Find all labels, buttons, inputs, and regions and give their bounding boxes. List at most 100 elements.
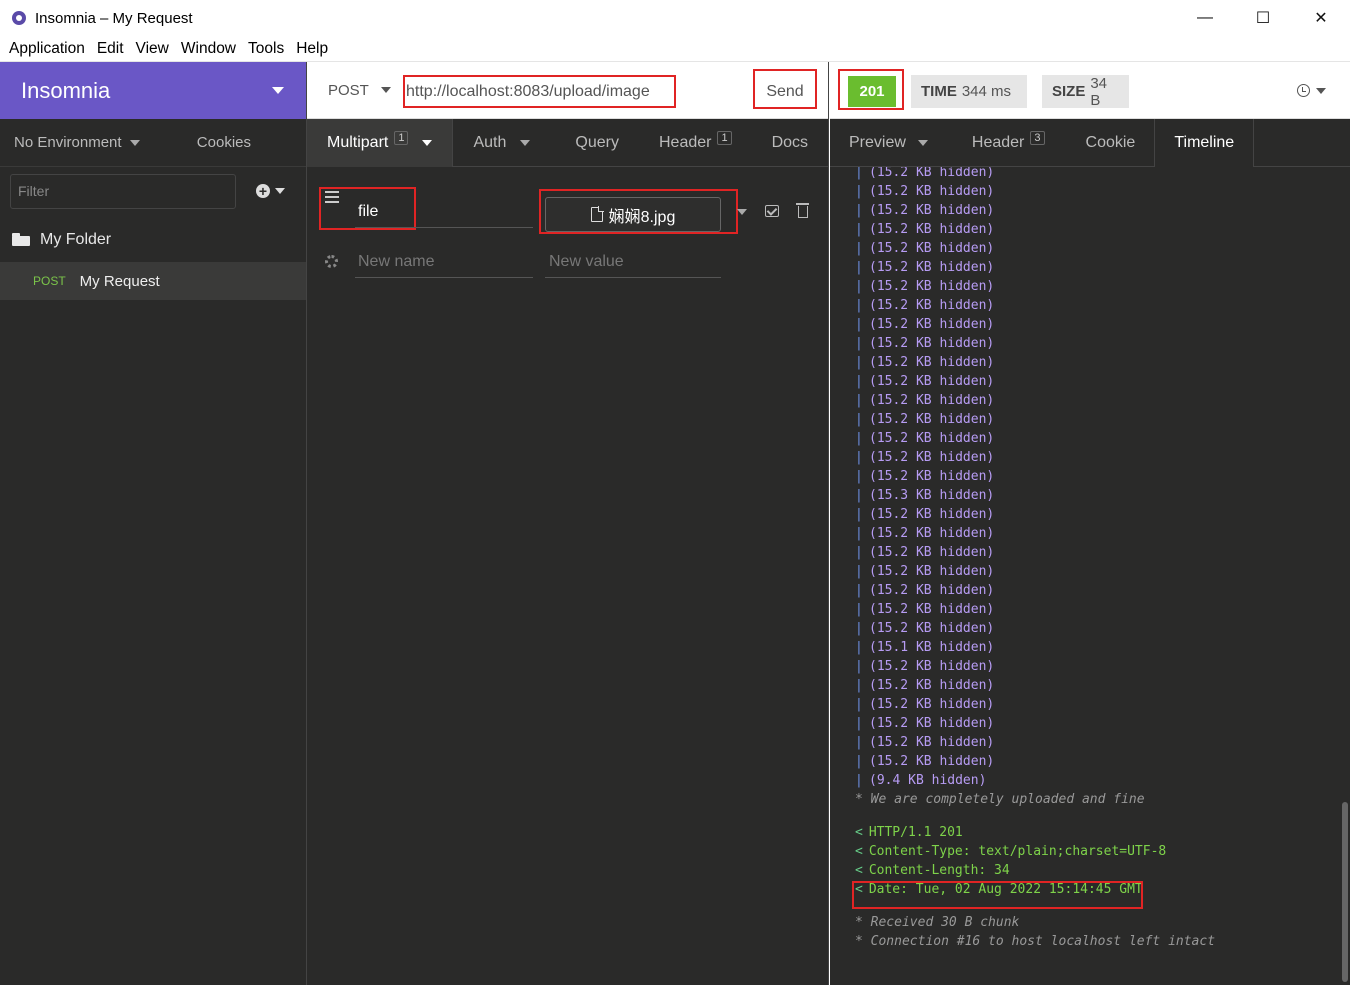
request-method-badge: POST xyxy=(33,274,66,288)
tab-label: Query xyxy=(575,133,619,151)
request-tabs: Multipart 1 Auth Query Header 1 Docs xyxy=(307,118,828,167)
file-name: 娴娴8.jpg xyxy=(608,208,676,226)
window-controls: — ☐ ✕ xyxy=(1176,0,1350,36)
gear-icon[interactable] xyxy=(325,255,338,268)
timeline-chunk-line: (15.2 KB hidden) xyxy=(830,372,1340,391)
filter-input[interactable]: Filter xyxy=(10,173,236,209)
tab-badge: 1 xyxy=(394,130,409,145)
timeline-chunk-line: (15.2 KB hidden) xyxy=(830,239,1340,258)
filter-row: Filter + xyxy=(0,167,306,215)
timeline-view: (15.2 KB hidden)(15.2 KB hidden)(15.2 KB… xyxy=(830,167,1340,985)
size-pill: SIZE 34 B xyxy=(1042,75,1129,109)
timeline-chunk-line: (15.2 KB hidden) xyxy=(830,562,1340,581)
timeline-chunk-line: (15.1 KB hidden) xyxy=(830,638,1340,657)
environment-row: No Environment Cookies xyxy=(0,119,306,167)
tab-label: Cookie xyxy=(1085,133,1136,151)
tab-label: Preview xyxy=(849,133,906,151)
timeline-chunk-line: (15.2 KB hidden) xyxy=(830,714,1340,733)
request-name: My Request xyxy=(79,272,160,290)
chevron-down-icon xyxy=(520,139,531,146)
timeline-chunk-line: (15.2 KB hidden) xyxy=(830,315,1340,334)
tab-query[interactable]: Query xyxy=(550,119,639,167)
method-dropdown[interactable]: POST xyxy=(328,82,391,99)
environment-dropdown[interactable]: No Environment xyxy=(14,134,140,151)
maximize-icon[interactable]: ☐ xyxy=(1234,0,1292,36)
send-button[interactable]: Send xyxy=(753,69,817,109)
timeline-chunk-line: (15.2 KB hidden) xyxy=(830,752,1340,771)
timeline-chunk-line: (15.2 KB hidden) xyxy=(830,448,1340,467)
menu-window[interactable]: Window xyxy=(175,40,242,58)
plus-circle-icon: + xyxy=(256,184,270,198)
request-item[interactable]: POST My Request xyxy=(0,262,306,300)
tab-docs[interactable]: Docs xyxy=(752,119,828,167)
insomnia-logo-icon xyxy=(12,11,26,25)
checkbox-icon[interactable] xyxy=(765,205,779,217)
trash-icon[interactable] xyxy=(796,203,809,218)
menu-bar: Application Edit View Window Tools Help xyxy=(0,36,1350,62)
tab-response-header[interactable]: Header 3 xyxy=(947,119,1064,167)
workspace-name: Insomnia xyxy=(21,77,111,103)
input-underline xyxy=(355,277,533,278)
new-name-input[interactable]: New name xyxy=(358,253,434,271)
tab-label: Auth xyxy=(473,133,507,151)
menu-application[interactable]: Application xyxy=(3,40,91,58)
timeline-chunk-line: (15.2 KB hidden) xyxy=(830,182,1340,201)
tab-timeline[interactable]: Timeline xyxy=(1154,118,1255,167)
minimize-icon[interactable]: — xyxy=(1176,0,1234,36)
tab-label: Multipart xyxy=(327,133,389,151)
timeline-chunk-line: (15.2 KB hidden) xyxy=(830,524,1340,543)
tab-badge: 1 xyxy=(717,130,732,145)
response-status-bar: 201 TIME 344 ms SIZE 34 B xyxy=(830,62,1350,119)
response-line: < Content-Type: text/plain;charset=UTF-8 xyxy=(855,844,1167,859)
folder-item[interactable]: My Folder xyxy=(0,217,306,262)
timeline-scrollbar[interactable] xyxy=(1342,802,1348,982)
workspace-dropdown[interactable]: Insomnia xyxy=(0,62,306,119)
menu-help[interactable]: Help xyxy=(290,40,334,58)
tab-multipart[interactable]: Multipart 1 xyxy=(307,118,454,167)
add-item-button[interactable]: + xyxy=(256,184,285,198)
tab-cookie[interactable]: Cookie xyxy=(1064,119,1155,167)
drag-handle-icon[interactable] xyxy=(325,191,339,206)
tab-preview[interactable]: Preview xyxy=(830,119,947,167)
timeline-chunk-line: (15.2 KB hidden) xyxy=(830,429,1340,448)
timeline-chunk-line: (15.2 KB hidden) xyxy=(830,657,1340,676)
upload-complete-line: * We are completely uploaded and fine xyxy=(855,792,1145,807)
time-value: 344 ms xyxy=(961,83,1012,100)
response-pane: 201 TIME 344 ms SIZE 34 B Preview Header… xyxy=(830,62,1350,985)
timeline-chunk-line: (15.2 KB hidden) xyxy=(830,619,1340,638)
chevron-down-icon xyxy=(380,87,391,93)
menu-tools[interactable]: Tools xyxy=(242,40,290,58)
size-label: SIZE xyxy=(1052,83,1086,100)
timeline-chunk-line: (15.2 KB hidden) xyxy=(830,201,1340,220)
timeline-chunk-line: (15.2 KB hidden) xyxy=(830,676,1340,695)
timeline-chunk-line: (15.2 KB hidden) xyxy=(830,296,1340,315)
cookies-button[interactable]: Cookies xyxy=(197,134,251,151)
menu-edit[interactable]: Edit xyxy=(91,40,130,58)
close-icon[interactable]: ✕ xyxy=(1292,0,1350,36)
timeline-chunk-line: (15.2 KB hidden) xyxy=(830,467,1340,486)
param-type-dropdown[interactable] xyxy=(737,209,747,215)
timeline-chunk-line: (15.2 KB hidden) xyxy=(830,334,1340,353)
menu-view[interactable]: View xyxy=(130,40,175,58)
chevron-down-icon xyxy=(272,87,284,94)
chevron-down-icon xyxy=(275,188,285,194)
multipart-body: file 娴娴8.jpg New name New value xyxy=(307,167,828,967)
sidebar: Insomnia No Environment Cookies Filter +… xyxy=(0,62,307,985)
timeline-chunk-line: (15.2 KB hidden) xyxy=(830,391,1340,410)
param-name-input[interactable]: file xyxy=(358,203,378,221)
method-label: POST xyxy=(328,81,369,99)
tab-auth[interactable]: Auth xyxy=(453,119,550,167)
url-input[interactable]: http://localhost:8083/upload/image xyxy=(403,75,676,108)
environment-label: No Environment xyxy=(14,134,122,151)
timeline-chunk-line: (15.2 KB hidden) xyxy=(830,733,1340,752)
new-value-input[interactable]: New value xyxy=(549,253,624,271)
choose-file-button[interactable]: 娴娴8.jpg xyxy=(545,197,721,232)
input-underline xyxy=(545,277,721,278)
timeline-chunk-line: (15.2 KB hidden) xyxy=(830,581,1340,600)
tab-label: Docs xyxy=(771,133,809,151)
history-dropdown[interactable] xyxy=(1297,84,1326,97)
clock-icon xyxy=(1297,84,1310,97)
tab-label: Timeline xyxy=(1174,133,1235,151)
tab-badge: 3 xyxy=(1030,130,1045,145)
tab-header[interactable]: Header 1 xyxy=(639,119,752,167)
